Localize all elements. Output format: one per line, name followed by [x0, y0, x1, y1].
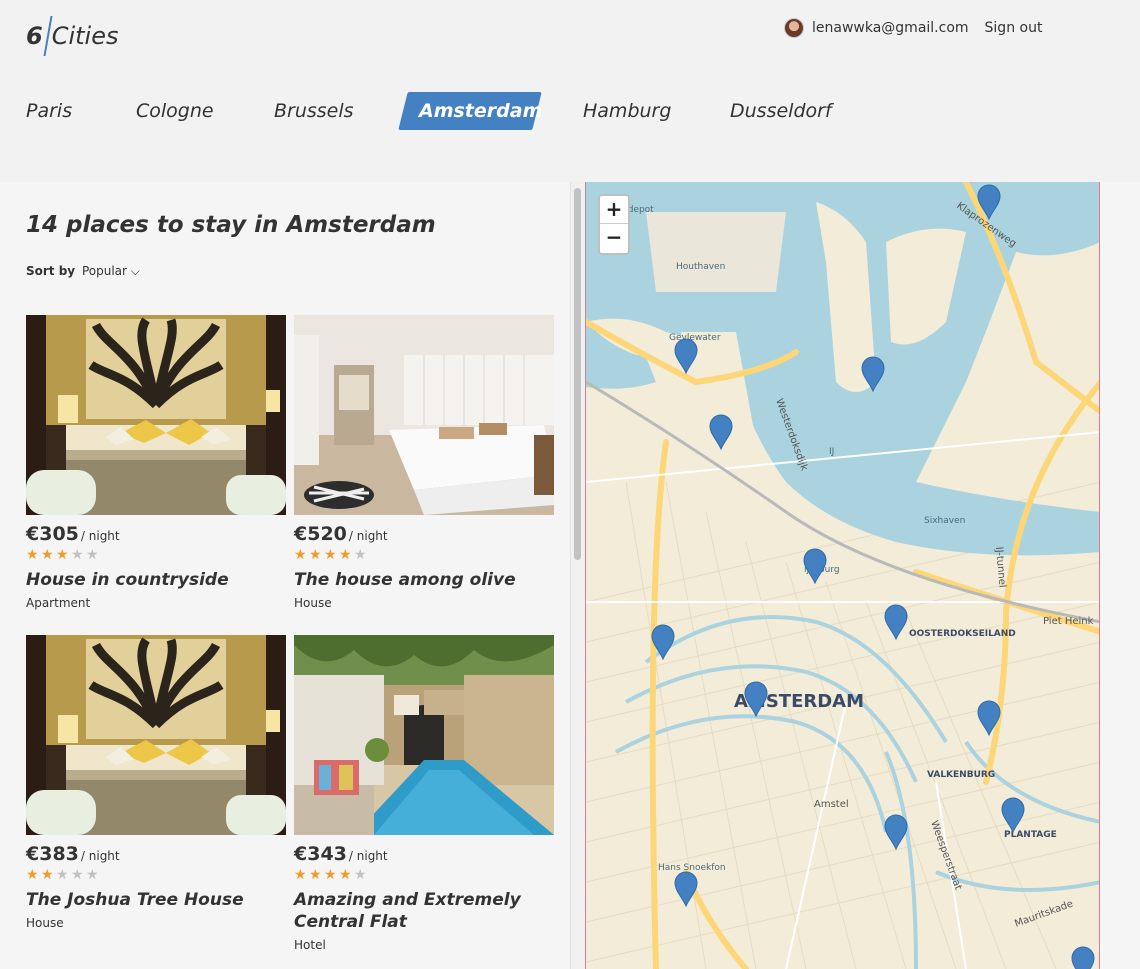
place-image[interactable] [26, 315, 286, 515]
star-icon: ★ [41, 867, 54, 883]
map-label-pietheink: Piet Heink [1043, 616, 1094, 627]
star-icon: ★ [309, 867, 322, 883]
logo-number: 6 [26, 22, 43, 50]
rating-stars: ★ ★ ★ ★ ★ [294, 867, 554, 883]
place-image[interactable] [294, 635, 554, 835]
places-panel: 14 places to stay in Amsterdam Sort by P… [0, 182, 570, 969]
star-icon: ★ [71, 867, 84, 883]
rating-stars: ★ ★ ★ ★ ★ [26, 867, 286, 883]
star-icon: ★ [26, 867, 39, 883]
chevron-down-icon: ⌵ [130, 264, 140, 278]
zoom-in-button[interactable]: + [600, 196, 628, 224]
star-icon: ★ [339, 867, 352, 883]
star-icon: ★ [309, 547, 322, 563]
rating-stars: ★ ★ ★ ★ ★ [26, 547, 286, 563]
sort-control: Sort by Popular ⌵ [26, 264, 140, 279]
tab-cologne[interactable]: Cologne [136, 92, 214, 130]
star-icon: ★ [339, 547, 352, 563]
map-pin-icon[interactable] [1071, 946, 1095, 969]
logo-word: Cities [51, 22, 119, 50]
map-label-amstel: Amstel [814, 799, 849, 810]
place-card: €305/ night ★ ★ ★ ★ ★ House in countryside A… [26, 315, 286, 610]
price: €343/ night [294, 843, 388, 865]
map-label-sixhaven: Sixhaven [924, 516, 965, 526]
list-scrollbar[interactable] [570, 182, 584, 969]
tab-dusseldorf[interactable]: Dusseldorf [730, 92, 832, 130]
star-icon: ★ [294, 547, 307, 563]
places-title: 14 places to stay in Amsterdam [26, 212, 436, 238]
place-image[interactable] [26, 635, 286, 835]
map-label-houthaven: Houthaven [676, 262, 725, 272]
place-image[interactable] [294, 315, 554, 515]
place-type: House [26, 916, 64, 930]
price: €383/ night [26, 843, 120, 865]
rating-stars: ★ ★ ★ ★ ★ [294, 547, 554, 563]
tab-paris[interactable]: Paris [26, 92, 72, 130]
map-label-oosterdokseiland: OOSTERDOKSEILAND [909, 629, 1016, 639]
star-icon: ★ [354, 547, 367, 563]
price: €520/ night [294, 523, 388, 545]
user-nav: lenawwka@gmail.com Sign out [784, 18, 1042, 38]
sign-out-link[interactable]: Sign out [985, 20, 1043, 36]
price: €305/ night [26, 523, 120, 545]
page-header: 6 Cities lenawwka@gmail.com Sign out Par… [0, 0, 1140, 182]
star-icon: ★ [86, 867, 99, 883]
star-icon: ★ [324, 867, 337, 883]
map-label-ij: IJ [829, 447, 834, 457]
place-name[interactable]: The house among olive [294, 569, 554, 591]
star-icon: ★ [354, 867, 367, 883]
city-tabs: Paris Cologne Brussels Amsterdam Hamburg… [0, 92, 900, 130]
star-icon: ★ [71, 547, 84, 563]
map[interactable]: ndepot Houthaven Gevlewater IJ Sixhaven … [585, 182, 1100, 969]
star-icon: ★ [56, 867, 69, 883]
star-icon: ★ [41, 547, 54, 563]
star-icon: ★ [294, 867, 307, 883]
map-label-geelwater: Gevlewater [669, 333, 721, 343]
map-label-hanssnoek: Hans Snoekfon [658, 863, 726, 873]
tab-hamburg[interactable]: Hamburg [583, 92, 671, 130]
map-tiles: ndepot Houthaven Gevlewater IJ Sixhaven … [586, 182, 1099, 969]
zoom-out-button[interactable]: − [600, 224, 628, 252]
star-icon: ★ [324, 547, 337, 563]
sort-select[interactable]: Popular ⌵ [82, 264, 140, 278]
star-icon: ★ [26, 547, 39, 563]
sort-label: Sort by [26, 264, 76, 278]
place-name[interactable]: The Joshua Tree House [26, 889, 286, 911]
place-card: €520/ night ★ ★ ★ ★ ★ The house among olive … [294, 315, 554, 610]
tab-brussels[interactable]: Brussels [274, 92, 354, 130]
star-icon: ★ [56, 547, 69, 563]
place-name[interactable]: House in countryside [26, 569, 286, 591]
avatar[interactable] [784, 18, 804, 38]
page-margin [1100, 182, 1140, 969]
place-type: Hotel [294, 938, 326, 952]
map-label-plantage: PLANTAGE [1004, 830, 1057, 840]
place-card: €383/ night ★ ★ ★ ★ ★ The Joshua Tree House … [26, 635, 286, 930]
user-email[interactable]: lenawwka@gmail.com [812, 20, 969, 36]
place-type: Apartment [26, 596, 91, 610]
place-type: House [294, 596, 332, 610]
place-card: €343/ night ★ ★ ★ ★ ★ Amazing and Extremely … [294, 635, 554, 952]
scrollbar-thumb[interactable] [574, 188, 581, 560]
logo[interactable]: 6 Cities [26, 16, 118, 56]
map-zoom-control: + − [598, 194, 630, 255]
map-label-valkenburg: VALKENBURG [927, 770, 995, 780]
tab-amsterdam[interactable]: Amsterdam [398, 92, 542, 130]
star-icon: ★ [86, 547, 99, 563]
place-name[interactable]: Amazing and Extremely Central Flat [294, 889, 554, 933]
